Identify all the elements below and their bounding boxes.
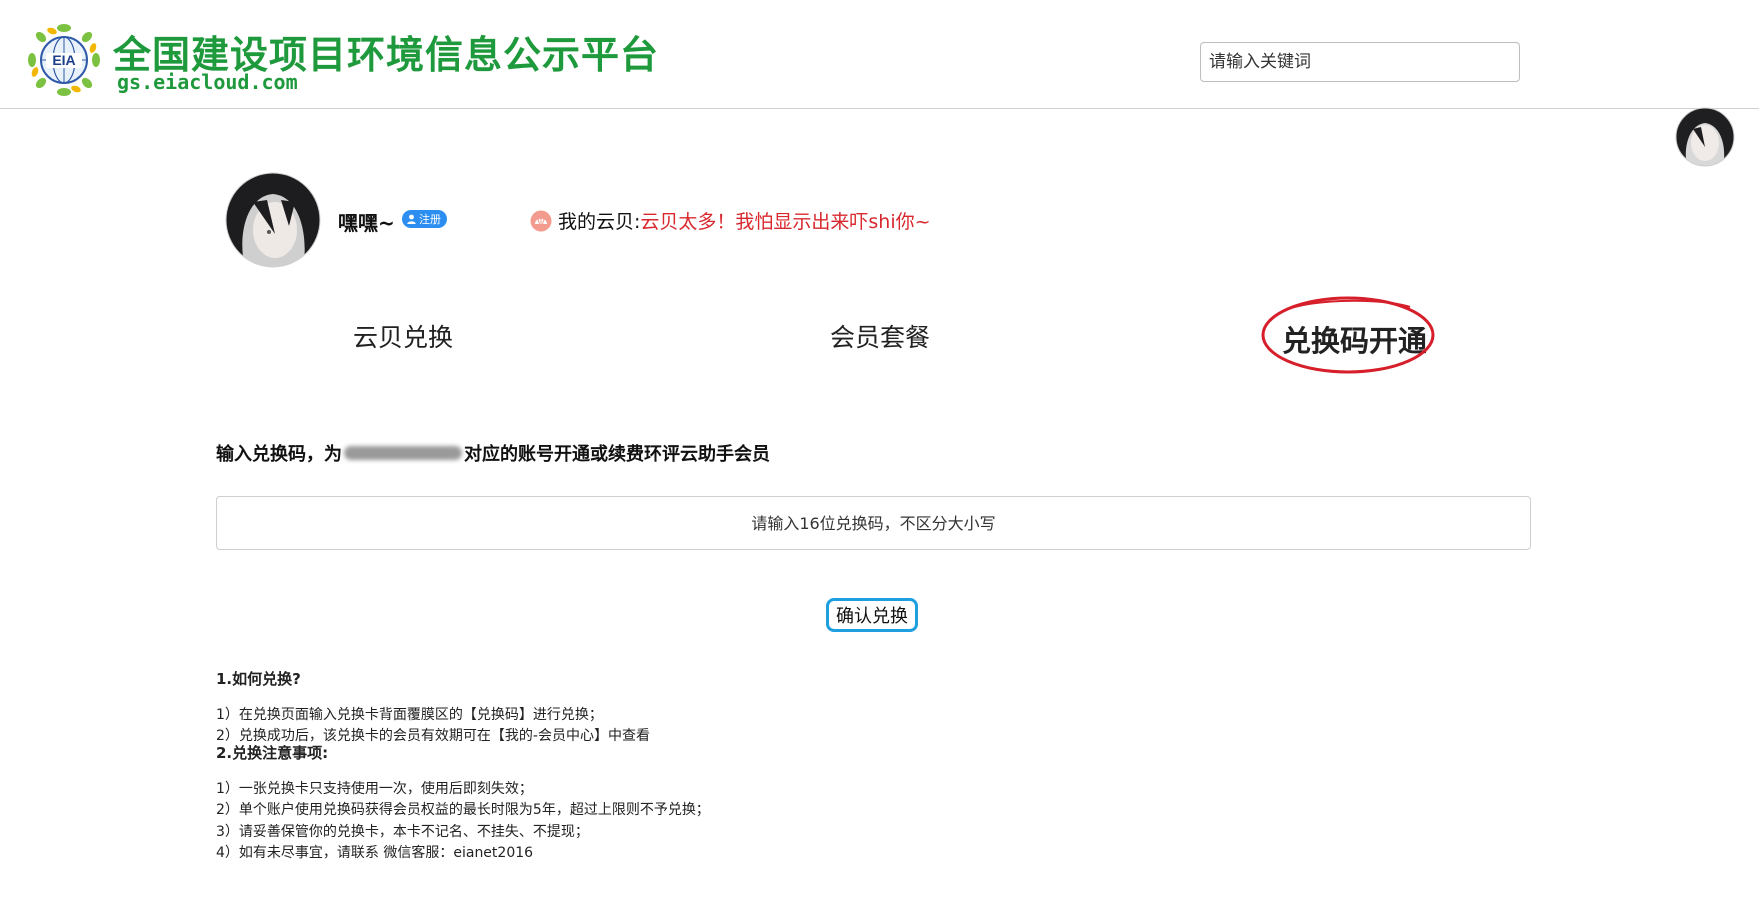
register-badge-label: 注册 (419, 213, 441, 226)
eia-logo-icon[interactable]: EIA (26, 22, 102, 98)
profile-avatar-icon[interactable] (225, 172, 321, 268)
tab-membership-plans[interactable]: 会员套餐 (830, 318, 930, 354)
tab-coin-exchange[interactable]: 云贝兑换 (353, 318, 453, 354)
redeem-instruction: 输入兑换码，为 对应的账号开通或续费环评云助手会员 (216, 440, 770, 466)
list-item: 4）如有未尽事宜，请联系 微信客服：eianet2016 (216, 845, 534, 861)
header-avatar-icon[interactable] (1675, 107, 1735, 167)
register-badge[interactable]: 注册 (402, 210, 447, 228)
list-item: 1）一张兑换卡只支持使用一次，使用后即刻失效； (216, 781, 533, 797)
svg-text:EIA: EIA (52, 52, 75, 68)
list-item: 3）请妥善保管你的兑换卡，本卡不记名、不挂失、不提现； (216, 824, 589, 840)
coin-value: 云贝太多！我怕显示出来吓shi你~ (640, 211, 931, 233)
username: 嘿嘿~ (338, 211, 395, 235)
redeem-code-input[interactable] (216, 496, 1531, 550)
coin-balance: 我的云贝: 云贝太多！我怕显示出来吓shi你~ (530, 207, 931, 234)
search-input[interactable] (1200, 42, 1520, 82)
redeem-instruction-suffix: 对应的账号开通或续费环评云助手会员 (464, 444, 770, 465)
confirm-redeem-button[interactable]: 确认兑换 (826, 598, 918, 632)
shell-coin-icon (530, 210, 552, 231)
site-url[interactable]: gs.eiacloud.com (117, 70, 298, 94)
masked-phone-number (344, 446, 462, 460)
how-to-redeem-title: 1.如何兑换? (216, 670, 301, 688)
coin-label: 我的云贝: (558, 211, 641, 233)
list-item: 1）在兑换页面输入兑换卡背面覆膜区的【兑换码】进行兑换； (216, 707, 603, 723)
highlight-circle-annotation (1261, 296, 1435, 374)
user-icon (407, 214, 416, 224)
redeem-instruction-prefix: 输入兑换码，为 (216, 444, 342, 465)
list-item: 2）单个账户使用兑换码获得会员权益的最长时限为5年，超过上限则不予兑换； (216, 802, 710, 818)
redeem-notes-title: 2.兑换注意事项: (216, 744, 329, 762)
top-header: EIA 全国建设项目环境信息公示平台 gs.eiacloud.com (0, 0, 1759, 109)
